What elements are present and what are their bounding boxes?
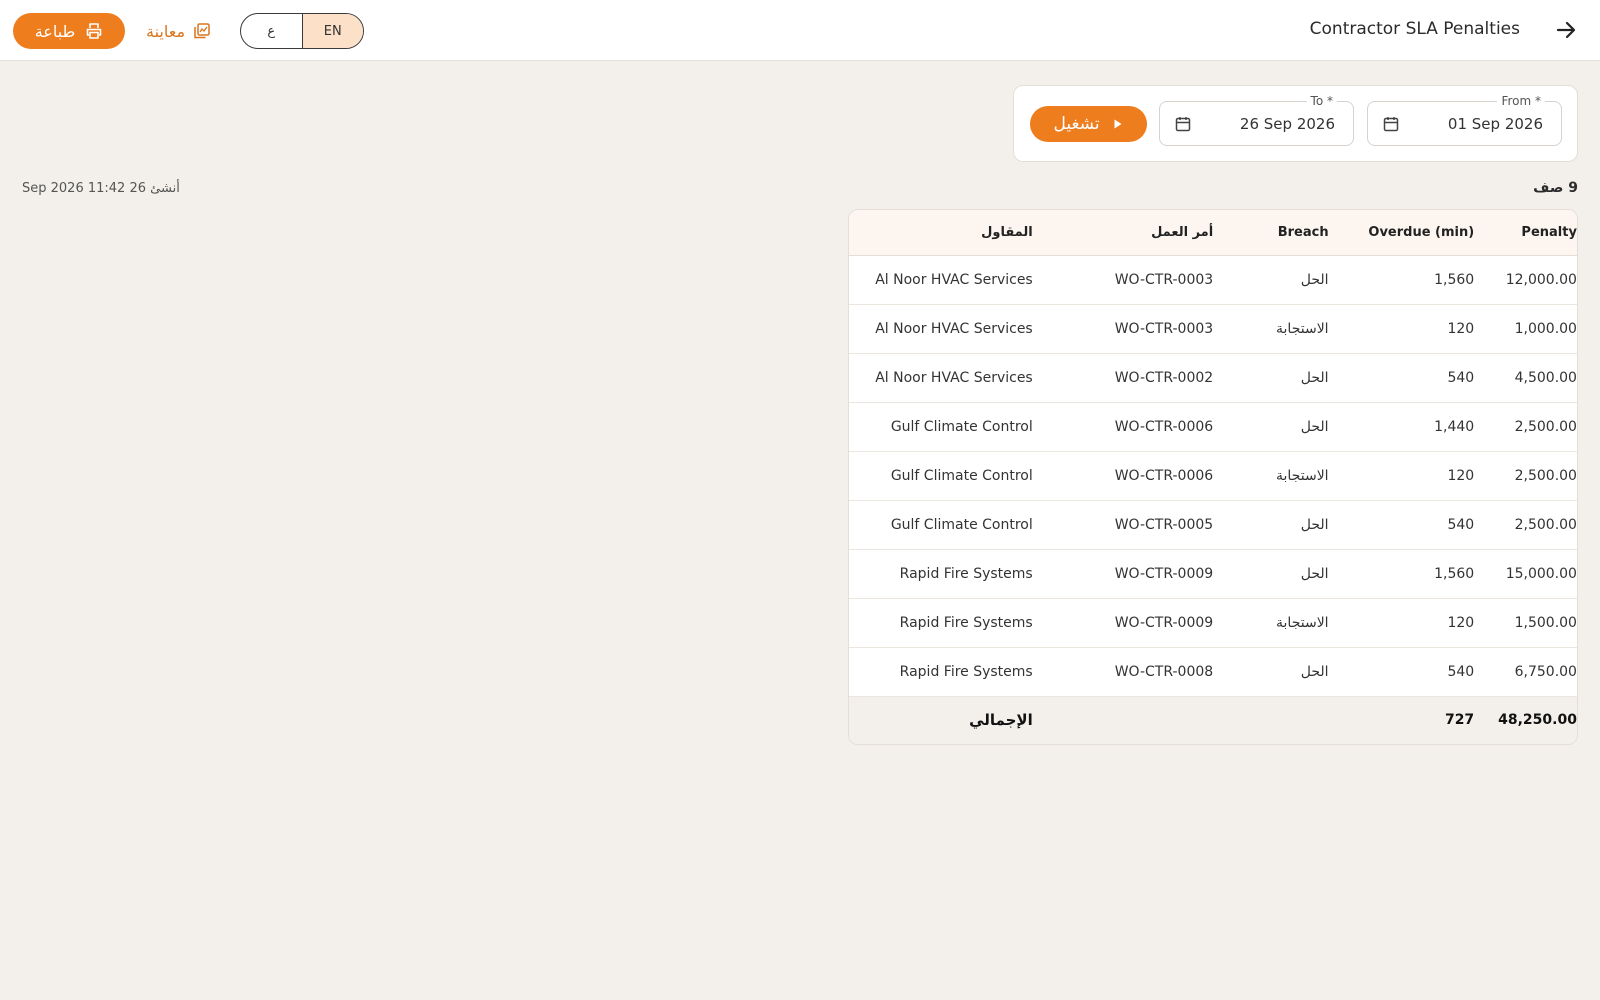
table-row: Al Noor HVAC Services WO-CTR-0002 الحل 5… bbox=[849, 353, 1577, 403]
total-overdue: 727 bbox=[1328, 696, 1475, 744]
filter-card: From * 01 Sep 2026 To * 26 Sep 2026 تشغي… bbox=[1013, 85, 1578, 162]
preview-icon bbox=[194, 23, 210, 39]
cell-overdue: 540 bbox=[1328, 353, 1475, 403]
language-toggle[interactable]: ع EN bbox=[240, 13, 364, 49]
cell-contractor: Al Noor HVAC Services bbox=[849, 255, 1059, 305]
row-count: 9 صف bbox=[1533, 180, 1578, 196]
cell-breach: الحل bbox=[1213, 255, 1329, 305]
total-breach-empty bbox=[1213, 696, 1329, 744]
cell-contractor: Rapid Fire Systems bbox=[849, 598, 1059, 648]
generated-timestamp: أنشئ 26 Sep 2026 11:42 bbox=[22, 181, 180, 196]
cell-work-order: WO-CTR-0003 bbox=[1058, 255, 1214, 305]
column-header-breach[interactable]: Breach bbox=[1213, 210, 1329, 256]
total-penalty: 48,250.00 bbox=[1474, 696, 1577, 744]
total-label: الإجمالي bbox=[849, 696, 1059, 744]
cell-work-order: WO-CTR-0003 bbox=[1058, 304, 1214, 354]
total-work-order-empty bbox=[1058, 696, 1214, 744]
cell-overdue: 120 bbox=[1328, 304, 1475, 354]
cell-work-order: WO-CTR-0006 bbox=[1058, 451, 1214, 501]
penalties-table: المقاول أمر العمل Breach Overdue (min) P… bbox=[848, 209, 1578, 745]
cell-work-order: WO-CTR-0009 bbox=[1058, 598, 1214, 648]
from-date-field[interactable]: From * 01 Sep 2026 bbox=[1367, 94, 1562, 146]
cell-contractor: Gulf Climate Control bbox=[849, 402, 1059, 452]
play-icon bbox=[1114, 119, 1122, 129]
page-title: Contractor SLA Penalties bbox=[1309, 19, 1520, 39]
cell-contractor: Gulf Climate Control bbox=[849, 500, 1059, 550]
cell-overdue: 120 bbox=[1328, 451, 1475, 501]
cell-penalty: 1,500.00 bbox=[1474, 598, 1577, 648]
calendar-icon[interactable] bbox=[1382, 115, 1400, 133]
cell-work-order: WO-CTR-0005 bbox=[1058, 500, 1214, 550]
column-header-overdue[interactable]: Overdue (min) bbox=[1328, 210, 1475, 256]
table-total-row: الإجمالي 727 48,250.00 bbox=[849, 696, 1577, 744]
cell-penalty: 6,750.00 bbox=[1474, 647, 1577, 697]
table-row: Gulf Climate Control WO-CTR-0006 الاستجا… bbox=[849, 451, 1577, 501]
cell-breach: الحل bbox=[1213, 353, 1329, 403]
cell-work-order: WO-CTR-0006 bbox=[1058, 402, 1214, 452]
cell-overdue: 120 bbox=[1328, 598, 1475, 648]
table-row: Rapid Fire Systems WO-CTR-0009 الحل 1,56… bbox=[849, 549, 1577, 599]
cell-work-order: WO-CTR-0002 bbox=[1058, 353, 1214, 403]
cell-overdue: 1,440 bbox=[1328, 402, 1475, 452]
print-button[interactable]: طباعة bbox=[13, 13, 125, 49]
cell-overdue: 1,560 bbox=[1328, 255, 1475, 305]
to-value: 26 Sep 2026 bbox=[1239, 115, 1335, 133]
cell-penalty: 4,500.00 bbox=[1474, 353, 1577, 403]
top-bar: Contractor SLA Penalties طباعة معاينة ع … bbox=[0, 0, 1600, 61]
cell-penalty: 12,000.00 bbox=[1474, 255, 1577, 305]
lang-option-english[interactable]: EN bbox=[301, 14, 363, 48]
preview-button[interactable]: معاينة bbox=[146, 16, 211, 46]
table-header-row: المقاول أمر العمل Breach Overdue (min) P… bbox=[849, 210, 1577, 256]
cell-breach: الحل bbox=[1213, 549, 1329, 599]
table-row: Rapid Fire Systems WO-CTR-0009 الاستجابة… bbox=[849, 598, 1577, 648]
to-date-field[interactable]: To * 26 Sep 2026 bbox=[1159, 94, 1354, 146]
cell-breach: الحل bbox=[1213, 647, 1329, 697]
print-label: طباعة bbox=[34, 21, 76, 41]
cell-penalty: 15,000.00 bbox=[1474, 549, 1577, 599]
table-row: Gulf Climate Control WO-CTR-0006 الحل 1,… bbox=[849, 402, 1577, 452]
cell-work-order: WO-CTR-0008 bbox=[1058, 647, 1214, 697]
from-value: 01 Sep 2026 bbox=[1447, 115, 1543, 133]
cell-overdue: 540 bbox=[1328, 500, 1475, 550]
cell-penalty: 2,500.00 bbox=[1474, 451, 1577, 501]
column-header-contractor[interactable]: المقاول bbox=[849, 210, 1059, 256]
cell-overdue: 540 bbox=[1328, 647, 1475, 697]
table-row: Al Noor HVAC Services WO-CTR-0003 الحل 1… bbox=[849, 255, 1577, 305]
table-row: Gulf Climate Control WO-CTR-0005 الحل 54… bbox=[849, 500, 1577, 550]
cell-penalty: 1,000.00 bbox=[1474, 304, 1577, 354]
cell-contractor: Rapid Fire Systems bbox=[849, 549, 1059, 599]
cell-breach: الاستجابة bbox=[1213, 598, 1329, 648]
cell-breach: الحل bbox=[1213, 402, 1329, 452]
preview-label: معاينة bbox=[146, 21, 186, 41]
cell-breach: الاستجابة bbox=[1213, 304, 1329, 354]
table-row: Rapid Fire Systems WO-CTR-0008 الحل 540 … bbox=[849, 647, 1577, 697]
lang-option-arabic[interactable]: ع bbox=[241, 14, 302, 48]
printer-icon bbox=[86, 23, 102, 39]
cell-penalty: 2,500.00 bbox=[1474, 500, 1577, 550]
cell-contractor: Al Noor HVAC Services bbox=[849, 304, 1059, 354]
cell-breach: الحل bbox=[1213, 500, 1329, 550]
to-label: To * bbox=[1306, 94, 1337, 108]
cell-contractor: Al Noor HVAC Services bbox=[849, 353, 1059, 403]
cell-overdue: 1,560 bbox=[1328, 549, 1475, 599]
cell-penalty: 2,500.00 bbox=[1474, 402, 1577, 452]
cell-work-order: WO-CTR-0009 bbox=[1058, 549, 1214, 599]
calendar-icon[interactable] bbox=[1174, 115, 1192, 133]
cell-contractor: Gulf Climate Control bbox=[849, 451, 1059, 501]
column-header-work-order[interactable]: أمر العمل bbox=[1058, 210, 1214, 256]
from-label: From * bbox=[1497, 94, 1545, 108]
run-label: تشغيل bbox=[1053, 114, 1100, 134]
cell-contractor: Rapid Fire Systems bbox=[849, 647, 1059, 697]
back-arrow-icon[interactable] bbox=[1552, 16, 1580, 44]
column-header-penalty[interactable]: Penalty bbox=[1474, 210, 1577, 256]
run-button[interactable]: تشغيل bbox=[1030, 106, 1147, 142]
cell-breach: الاستجابة bbox=[1213, 451, 1329, 501]
table-row: Al Noor HVAC Services WO-CTR-0003 الاستج… bbox=[849, 304, 1577, 354]
